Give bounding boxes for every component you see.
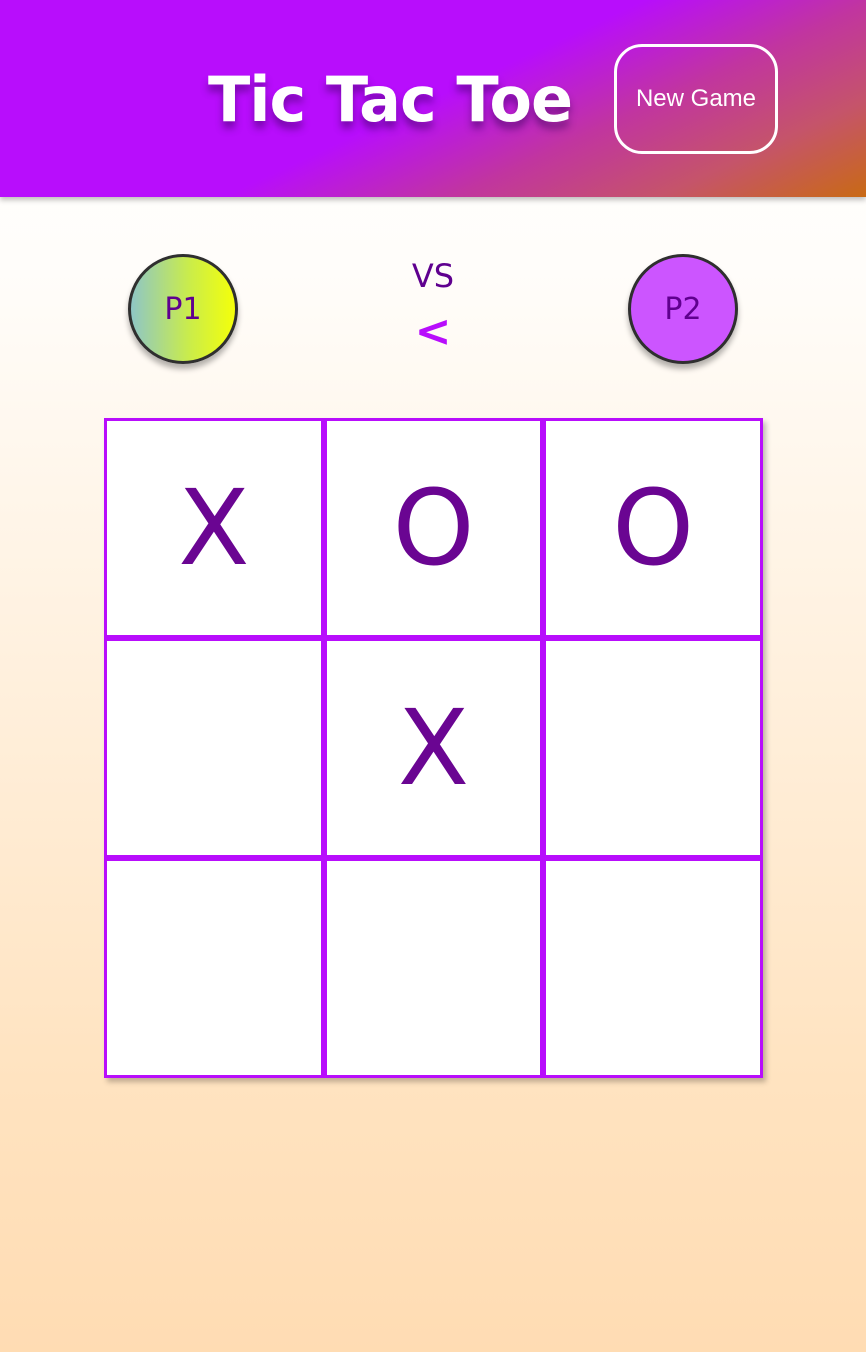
player-one-badge: P1 (128, 254, 238, 364)
board-cell-1[interactable]: X (107, 421, 321, 635)
new-game-button[interactable]: New Game (614, 44, 778, 154)
board-cell-2[interactable]: O (326, 421, 541, 635)
vs-label: VS (411, 257, 455, 295)
turn-indicator-icon: < (414, 306, 452, 357)
game-board: X O O X (104, 418, 763, 1078)
board-cell-3[interactable]: O (546, 421, 760, 635)
player-one-label: P1 (164, 291, 202, 327)
board-cell-9[interactable] (546, 861, 760, 1075)
board-cell-7[interactable] (107, 861, 321, 1075)
player-two-label: P2 (664, 291, 702, 327)
board-cell-8[interactable] (326, 861, 541, 1075)
board-cell-5[interactable]: X (326, 641, 541, 855)
board-cell-4[interactable] (107, 641, 321, 855)
page-title: Tic Tac Toe (207, 63, 573, 136)
board-cell-6[interactable] (546, 641, 760, 855)
player-two-badge: P2 (628, 254, 738, 364)
app-header: Tic Tac Toe New Game (0, 0, 866, 197)
